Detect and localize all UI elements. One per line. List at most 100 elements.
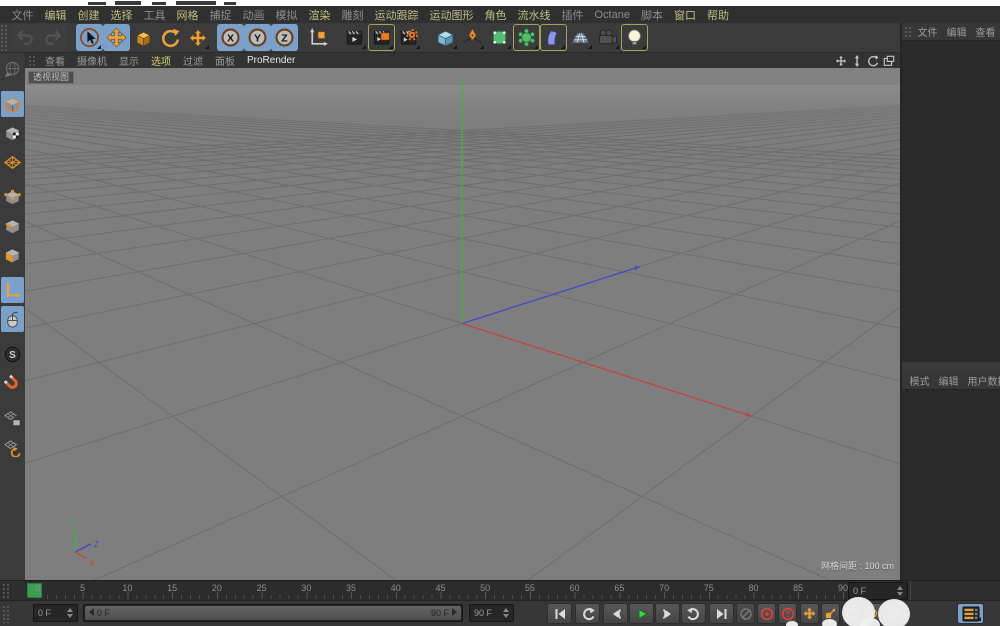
pan-view-icon[interactable] [835,55,847,67]
lock-workplane-button[interactable] [1,405,24,431]
vp-menu-cameras[interactable]: 摄像机 [71,53,113,68]
orbit-view-icon[interactable] [867,55,879,67]
enable-axis-button[interactable] [1,277,24,303]
spinner-arrows[interactable] [897,586,903,596]
object-manager-list[interactable] [902,40,1000,362]
lock-y-axis-button[interactable]: Y [244,24,271,51]
timeline-ruler[interactable]: 0 5 10 15 20 25 30 35 40 45 50 55 60 65 … [25,581,847,601]
am-menu-userdata[interactable]: 用户数据 [963,373,1000,388]
vp-menu-panel[interactable]: 面板 [209,53,241,68]
lock-x-axis-button[interactable]: X [217,24,244,51]
go-to-end-button[interactable] [709,603,734,624]
menu-render[interactable]: 渲染 [303,7,336,23]
am-menu-edit[interactable]: 编辑 [934,373,963,388]
preview-range-bar[interactable]: 0 F 90 F [85,606,461,620]
last-tool-button[interactable] [184,24,211,51]
workplane-mode-button[interactable] [1,149,24,175]
menu-pipeline[interactable]: 流水线 [512,7,556,23]
am-menu-mode[interactable]: 模式 [905,373,934,388]
snap-button[interactable]: S [1,341,24,367]
om-menu-file[interactable]: 文件 [913,24,942,39]
add-cube-button[interactable] [432,24,459,51]
edges-mode-button[interactable] [1,213,24,239]
menu-plugins[interactable]: 插件 [556,7,589,23]
object-manager-grip[interactable] [904,26,912,37]
menu-edit[interactable]: 编辑 [39,7,72,23]
spinner-arrows[interactable] [67,608,73,618]
undo-button[interactable] [12,24,39,51]
tweak-mode-button[interactable] [1,306,24,332]
menu-window[interactable]: 窗口 [668,7,701,23]
next-frame-button[interactable] [655,603,680,624]
menu-file[interactable]: 文件 [6,7,39,23]
spline-pen-button[interactable] [459,24,486,51]
camera-button[interactable] [594,24,621,51]
preview-range-slider[interactable]: 0 F 90 F [83,604,463,622]
menu-script[interactable]: 脚本 [635,7,668,23]
menu-mograph[interactable]: 运动图形 [424,7,479,23]
transport-grip[interactable] [2,605,9,623]
planar-workplane-button[interactable] [1,434,24,460]
maximize-view-icon[interactable] [883,55,895,67]
autokeying-button[interactable] [757,603,776,624]
coordinate-system-button[interactable] [304,24,331,51]
vp-menu-filter[interactable]: 过滤 [177,53,209,68]
live-selection-button[interactable] [76,24,103,51]
redo-button[interactable] [39,24,66,51]
menu-character[interactable]: 角色 [479,7,512,23]
scale-tool-button[interactable] [130,24,157,51]
menu-octane[interactable]: Octane [589,9,635,21]
dolly-view-icon[interactable] [851,55,863,67]
texture-mode-button[interactable] [1,120,24,146]
spinner-arrows[interactable] [503,608,509,618]
polygons-mode-button[interactable] [1,242,24,268]
previous-frame-button[interactable] [603,603,628,624]
panel-splitter[interactable] [902,362,1000,372]
subdivision-surface-button[interactable] [486,24,513,51]
menu-help[interactable]: 帮助 [701,7,734,23]
view-label[interactable]: 透视视图 [28,71,74,84]
om-menu-view[interactable]: 查看 [971,24,1000,39]
points-mode-button[interactable] [1,184,24,210]
model-mode-button[interactable] [1,91,24,117]
menu-create[interactable]: 创建 [72,7,105,23]
make-editable-button[interactable] [1,56,24,82]
rotate-tool-button[interactable] [157,24,184,51]
next-key-button[interactable] [681,603,706,624]
viewport-canvas[interactable]: Y Z X 透视视图 网格间距 : 100 cm [25,68,900,580]
deformer-button[interactable] [540,24,567,51]
timeline-grip[interactable] [2,583,9,599]
vp-menu-options[interactable]: 选项 [145,53,177,68]
play-button[interactable] [629,603,654,624]
om-menu-edit[interactable]: 编辑 [942,24,971,39]
light-button[interactable] [621,24,648,51]
menu-sculpt[interactable]: 雕刻 [336,7,369,23]
move-tool-button[interactable] [103,24,130,51]
menu-animate[interactable]: 动画 [237,7,270,23]
previous-key-button[interactable] [575,603,600,624]
attribute-manager-body[interactable] [902,389,1000,580]
menu-snap[interactable]: 捕捉 [204,7,237,23]
render-menu-button[interactable] [395,24,422,51]
vp-menu-view[interactable]: 查看 [39,53,71,68]
start-frame-field[interactable]: 0 F [33,604,78,622]
environment-button[interactable] [567,24,594,51]
menu-motion-tracker[interactable]: 运动跟踪 [369,7,424,23]
menu-select[interactable]: 选择 [105,7,138,23]
toolbar-grip[interactable] [0,24,8,51]
go-to-start-button[interactable] [547,603,572,624]
record-objects-button[interactable] [736,603,755,624]
render-view-button[interactable] [341,24,368,51]
vp-menu-display[interactable]: 显示 [113,53,145,68]
end-frame-field[interactable]: 90 F [469,604,514,622]
menu-simulate[interactable]: 模拟 [270,7,303,23]
lock-z-axis-button[interactable]: Z [271,24,298,51]
keyframe-selection-button[interactable] [957,603,984,624]
viewport-menu-grip[interactable] [28,55,37,66]
menu-mesh[interactable]: 网格 [171,7,204,23]
magnet-snap-button[interactable] [1,370,24,396]
key-position-button[interactable] [800,603,819,624]
render-settings-button[interactable] [368,24,395,51]
mograph-button[interactable] [513,24,540,51]
menu-tools[interactable]: 工具 [138,7,171,23]
